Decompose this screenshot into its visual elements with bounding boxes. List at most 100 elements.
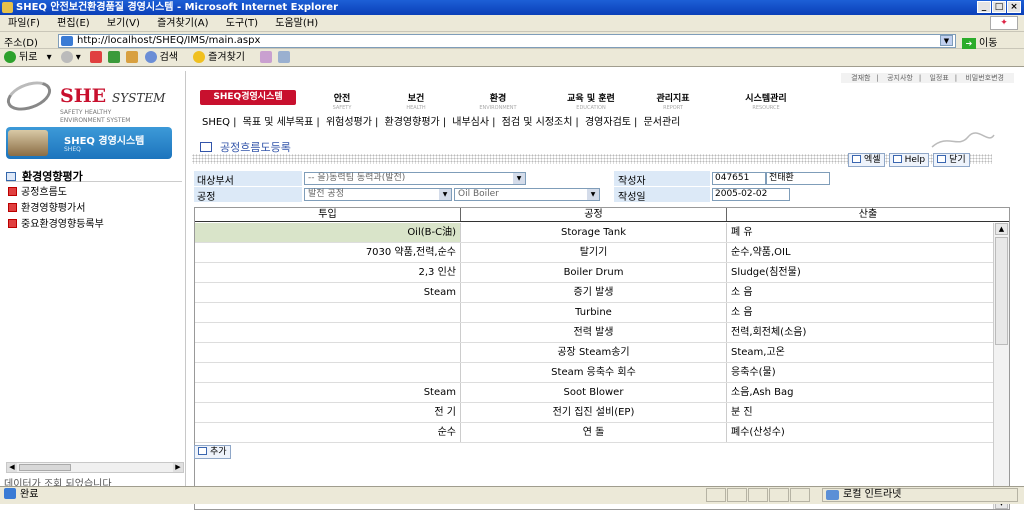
table-row[interactable]: 전 기 전기 집진 설비(EP) 분 진 bbox=[195, 403, 993, 423]
scroll-thumb[interactable] bbox=[995, 237, 1008, 345]
link-notice[interactable]: 공지사항 bbox=[887, 74, 913, 82]
date-field[interactable]: 2005-02-02 bbox=[712, 188, 790, 201]
sidebar-item-impact-register[interactable]: 중요환경영향등록부 bbox=[8, 218, 104, 231]
scroll-right-icon[interactable]: ▶ bbox=[173, 463, 183, 472]
subnav-documents[interactable]: 문서관리 bbox=[644, 117, 681, 128]
process-select[interactable]: 발전 공정 ▼ bbox=[304, 188, 452, 201]
cell-output[interactable]: 폐수(산성수) bbox=[727, 423, 993, 442]
home-icon[interactable] bbox=[126, 51, 139, 63]
cell-process[interactable]: 연 돌 bbox=[461, 423, 727, 442]
subnav-review[interactable]: 경영자검토 bbox=[585, 117, 631, 128]
tab-health[interactable]: 보건 HEALTH bbox=[396, 91, 436, 111]
refresh-icon[interactable] bbox=[108, 51, 121, 63]
cell-output[interactable]: 분 진 bbox=[727, 403, 993, 422]
cell-process[interactable]: Boiler Drum bbox=[461, 263, 727, 282]
cell-output[interactable]: Steam,고온 bbox=[727, 343, 993, 362]
cell-input[interactable]: 7030 약품,전력,순수 bbox=[195, 243, 461, 262]
link-approval[interactable]: 결재함 bbox=[851, 74, 870, 82]
subnav-inspection[interactable]: 점검 및 시정조치 bbox=[502, 117, 573, 128]
link-schedule[interactable]: 일정표 bbox=[929, 74, 948, 82]
table-row[interactable]: 7030 약품,전력,순수 탈기기 순수,약품,OIL bbox=[195, 243, 993, 263]
cell-process[interactable]: 전기 집진 설비(EP) bbox=[461, 403, 727, 422]
close-button[interactable]: 닫기 bbox=[933, 153, 970, 167]
menu-edit[interactable]: 편집(E) bbox=[57, 18, 90, 29]
scroll-left-icon[interactable]: ◀ bbox=[7, 463, 17, 472]
menu-tools[interactable]: 도구(T) bbox=[226, 18, 258, 29]
cell-process[interactable]: Soot Blower bbox=[461, 383, 727, 402]
help-button[interactable]: Help bbox=[888, 153, 930, 167]
table-row[interactable]: 전력 발생 전력,회전체(소음) bbox=[195, 323, 993, 343]
menu-view[interactable]: 보기(V) bbox=[107, 18, 140, 29]
address-dropdown-icon[interactable]: ▼ bbox=[940, 35, 953, 46]
cell-process[interactable]: 탈기기 bbox=[461, 243, 727, 262]
address-input[interactable]: http://localhost/SHEQ/IMS/main.aspx bbox=[58, 34, 956, 48]
cell-process[interactable]: Turbine bbox=[461, 303, 727, 322]
scroll-up-icon[interactable]: ▲ bbox=[995, 223, 1008, 235]
sidebar-hscrollbar[interactable]: ◀ ▶ bbox=[6, 462, 184, 473]
forward-button[interactable]: ▾ bbox=[60, 51, 81, 63]
menu-favorites[interactable]: 즐겨찾기(A) bbox=[157, 18, 208, 29]
sidebar-item-impact-assessment[interactable]: 환경영향평가서 bbox=[8, 202, 85, 215]
table-row[interactable]: 2,3 인산 Boiler Drum Sludge(침전물) bbox=[195, 263, 993, 283]
table-row[interactable]: 공장 Steam송기 Steam,고온 bbox=[195, 343, 993, 363]
tab-education[interactable]: 교육 및 훈련 EDUCATION bbox=[558, 91, 624, 111]
menu-help[interactable]: 도움말(H) bbox=[275, 18, 318, 29]
subnav-risk[interactable]: 위험성평가 bbox=[326, 117, 372, 128]
cell-input[interactable]: Oil(B-C油) bbox=[195, 223, 461, 242]
search-button[interactable]: 검색 bbox=[144, 51, 184, 63]
table-row[interactable]: 순수 연 돌 폐수(산성수) bbox=[195, 423, 993, 443]
cell-output[interactable]: 소 음 bbox=[727, 283, 993, 302]
menu-file[interactable]: 파일(F) bbox=[8, 18, 40, 29]
author-name-field[interactable]: 전태환 bbox=[766, 172, 830, 185]
cell-process[interactable]: 공장 Steam송기 bbox=[461, 343, 727, 362]
dept-select[interactable]: -- 을)동력팀 동력과(발전) ▼ bbox=[304, 172, 526, 185]
cell-input[interactable]: Steam bbox=[195, 283, 461, 302]
cell-input[interactable] bbox=[195, 343, 461, 362]
process-sub-select[interactable]: Oil Boiler ▼ bbox=[454, 188, 600, 201]
cell-process[interactable]: 증기 발생 bbox=[461, 283, 727, 302]
tab-safety[interactable]: 안전 SAFETY bbox=[322, 91, 362, 111]
table-row[interactable]: Oil(B-C油) Storage Tank 폐 유 bbox=[195, 223, 993, 243]
go-button[interactable]: ➔ 이동 bbox=[962, 34, 997, 50]
subnav-audit[interactable]: 내부심사 bbox=[452, 117, 489, 128]
close-window-button[interactable]: × bbox=[1007, 1, 1021, 13]
back-button[interactable]: 뒤로 ▾ bbox=[4, 51, 52, 63]
tab-system-admin[interactable]: 시스템관리 RESOURCE bbox=[734, 91, 798, 111]
table-row[interactable]: Turbine 소 음 bbox=[195, 303, 993, 323]
tab-report[interactable]: 관리지표 REPORT bbox=[648, 91, 698, 111]
mail-icon[interactable] bbox=[278, 51, 291, 63]
cell-input[interactable] bbox=[195, 363, 461, 382]
link-change-password[interactable]: 비밀번호변경 bbox=[965, 74, 1004, 82]
cell-output[interactable]: 폐 유 bbox=[727, 223, 993, 242]
cell-process[interactable]: 전력 발생 bbox=[461, 323, 727, 342]
cell-output[interactable]: 소음,Ash Bag bbox=[727, 383, 993, 402]
cell-input[interactable]: 순수 bbox=[195, 423, 461, 442]
cell-input[interactable]: 2,3 인산 bbox=[195, 263, 461, 282]
subnav-objectives[interactable]: 목표 및 세부목표 bbox=[243, 117, 314, 128]
cell-input[interactable] bbox=[195, 323, 461, 342]
cell-output[interactable]: 순수,약품,OIL bbox=[727, 243, 993, 262]
table-row[interactable]: Steam 증기 발생 소 음 bbox=[195, 283, 993, 303]
stop-icon[interactable] bbox=[90, 51, 103, 63]
table-row[interactable]: Steam 응축수 회수 응축수(물) bbox=[195, 363, 993, 383]
excel-button[interactable]: 엑셀 bbox=[848, 153, 885, 167]
maximize-button[interactable]: □ bbox=[992, 1, 1006, 13]
table-row[interactable]: Steam Soot Blower 소음,Ash Bag bbox=[195, 383, 993, 403]
grid-vscrollbar[interactable]: ▲ ▼ bbox=[993, 223, 1009, 509]
sheq-banner[interactable]: SHEQ 경영시스템 SHEQ bbox=[6, 127, 172, 159]
history-icon[interactable] bbox=[260, 51, 273, 63]
sheq-system-button[interactable]: SHEQ경영시스템 bbox=[200, 90, 296, 105]
add-button[interactable]: 추가 bbox=[194, 445, 231, 459]
cell-output[interactable]: Sludge(침전물) bbox=[727, 263, 993, 282]
subnav-env-impact[interactable]: 환경영향평가 bbox=[385, 117, 440, 128]
cell-input[interactable]: Steam bbox=[195, 383, 461, 402]
tab-environment[interactable]: 환경 ENVIRONMENT bbox=[468, 91, 528, 111]
favorites-button[interactable]: 즐겨찾기 bbox=[193, 51, 251, 63]
cell-output[interactable]: 소 음 bbox=[727, 303, 993, 322]
author-id-field[interactable]: 047651 bbox=[712, 172, 766, 185]
subnav-sheq[interactable]: SHEQ bbox=[202, 117, 230, 128]
minimize-button[interactable]: _ bbox=[977, 1, 991, 13]
scroll-thumb[interactable] bbox=[19, 464, 71, 471]
cell-input[interactable] bbox=[195, 303, 461, 322]
cell-output[interactable]: 응축수(물) bbox=[727, 363, 993, 382]
